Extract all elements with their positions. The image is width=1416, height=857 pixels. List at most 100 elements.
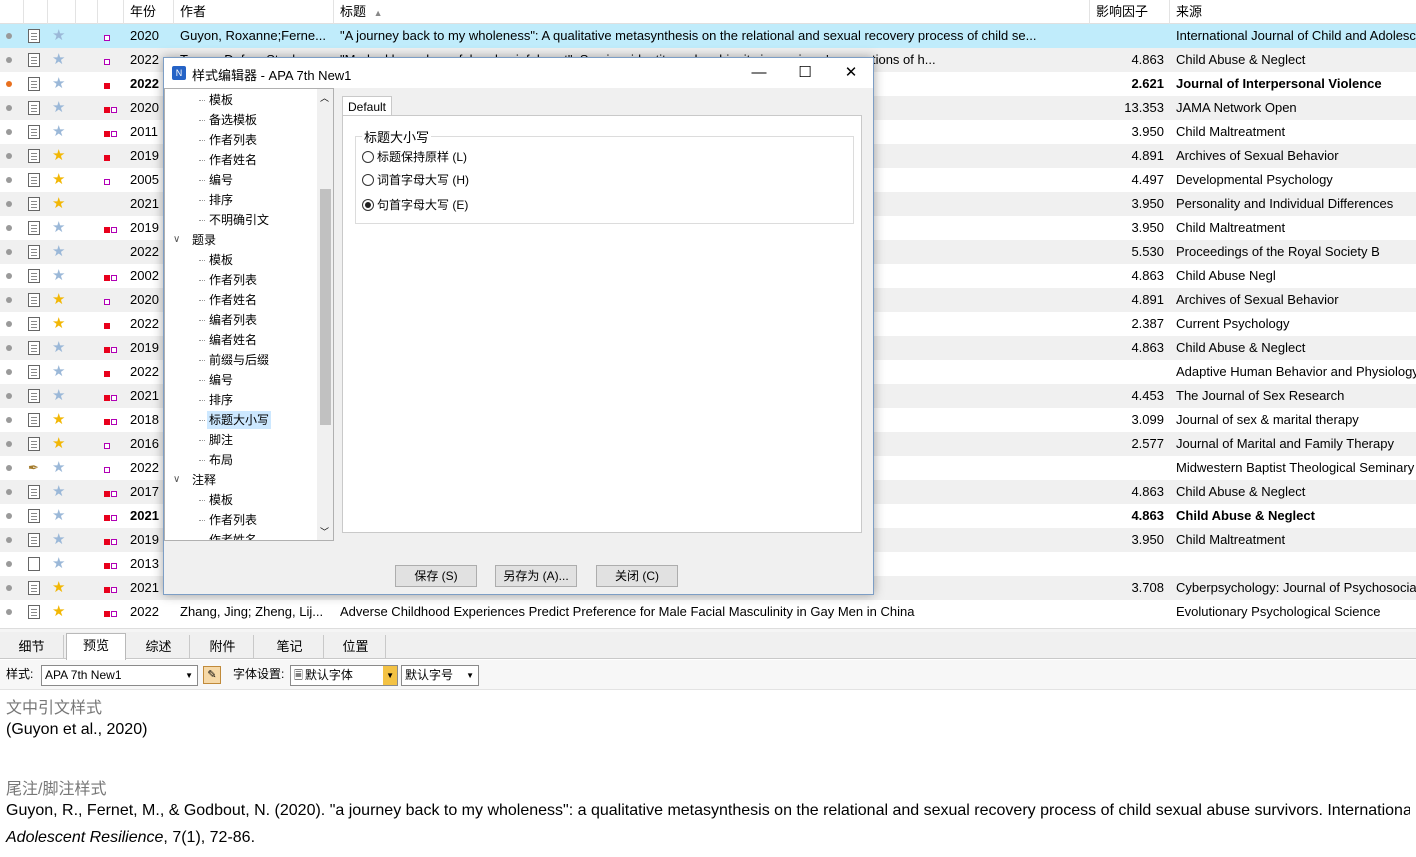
document-icon[interactable]	[28, 437, 40, 451]
tree-item[interactable]: 模板	[207, 251, 235, 269]
radio-keep-original[interactable]: 标题保持原样 (L)	[362, 149, 467, 165]
header-impact-factor[interactable]: 影响因子	[1090, 0, 1170, 24]
read-status-dot-icon[interactable]	[6, 441, 12, 447]
chevron-down-icon[interactable]: ∨	[173, 474, 180, 485]
scroll-up-icon[interactable]: ︿	[320, 91, 329, 104]
tree-item[interactable]: 作者列表	[207, 271, 259, 289]
document-icon[interactable]	[28, 221, 40, 235]
header-year[interactable]: 年份	[124, 0, 174, 24]
radio-sentence-case[interactable]: 句首字母大写 (E)	[362, 197, 468, 213]
star-icon[interactable]: ★	[52, 74, 65, 94]
save-as-button[interactable]: 另存为 (A)...	[495, 565, 577, 587]
star-icon[interactable]: ★	[52, 458, 65, 478]
tab-preview[interactable]: 预览	[66, 633, 126, 660]
star-icon[interactable]: ★	[52, 266, 65, 286]
document-icon[interactable]	[28, 77, 40, 91]
read-status-dot-icon[interactable]	[6, 465, 12, 471]
tab-location[interactable]: 位置	[326, 635, 386, 659]
header-read-col[interactable]	[0, 0, 24, 24]
tree-item[interactable]: 标题大小写	[207, 411, 272, 429]
read-status-dot-icon[interactable]	[6, 609, 12, 615]
read-status-dot-icon[interactable]	[6, 393, 12, 399]
read-status-dot-icon[interactable]	[6, 33, 12, 39]
document-icon[interactable]	[28, 317, 40, 331]
read-status-dot-icon[interactable]	[6, 297, 12, 303]
document-icon[interactable]	[28, 389, 40, 403]
document-icon[interactable]	[28, 341, 40, 355]
tab-attachments[interactable]: 附件	[192, 635, 254, 659]
document-icon[interactable]	[28, 101, 40, 115]
star-icon[interactable]: ★	[52, 26, 65, 46]
close-icon[interactable]: ✕	[828, 58, 874, 88]
star-icon[interactable]: ★	[52, 338, 65, 358]
star-icon[interactable]: ★	[52, 578, 65, 598]
table-row[interactable]: ★ 2022 Zhang, Jing; Zheng, Lij... Adverse C…	[0, 600, 1416, 624]
tree-item[interactable]: 编号	[207, 371, 235, 389]
minimize-icon[interactable]: —	[736, 58, 782, 88]
tree-item[interactable]: 编者姓名	[207, 331, 259, 349]
header-star-col[interactable]	[48, 0, 76, 24]
empty-document-icon[interactable]	[28, 557, 40, 571]
read-status-dot-icon[interactable]	[6, 249, 12, 255]
close-button[interactable]: 关闭 (C)	[596, 565, 678, 587]
font-select[interactable]: 🗏 默认字体 ▼	[290, 665, 398, 686]
star-icon[interactable]: ★	[52, 98, 65, 118]
document-icon[interactable]	[28, 173, 40, 187]
read-status-dot-icon[interactable]	[6, 81, 12, 87]
radio-headline-case[interactable]: 词首字母大写 (H)	[362, 172, 469, 188]
document-icon[interactable]	[28, 197, 40, 211]
star-icon[interactable]: ★	[52, 530, 65, 550]
document-icon[interactable]	[28, 293, 40, 307]
read-status-dot-icon[interactable]	[6, 225, 12, 231]
maximize-icon[interactable]: ☐	[782, 58, 828, 88]
star-icon[interactable]: ★	[52, 410, 65, 430]
star-icon[interactable]: ★	[52, 50, 65, 70]
tab-summary[interactable]: 综述	[128, 635, 190, 659]
document-icon[interactable]	[28, 125, 40, 139]
tree-group[interactable]: 注释	[190, 471, 218, 489]
tree-item[interactable]: 布局	[207, 451, 235, 469]
tree-item[interactable]: 前缀与后缀	[207, 351, 271, 369]
star-icon[interactable]: ★	[52, 386, 65, 406]
read-status-dot-icon[interactable]	[6, 201, 12, 207]
header-tag-col[interactable]	[98, 0, 124, 24]
read-status-dot-icon[interactable]	[6, 489, 12, 495]
tree-item[interactable]: 作者列表	[207, 131, 259, 149]
read-status-dot-icon[interactable]	[6, 273, 12, 279]
document-icon[interactable]	[28, 413, 40, 427]
tree-scrollbar[interactable]: ︿ ﹀	[317, 89, 333, 540]
edit-style-icon[interactable]: ✎	[203, 666, 221, 684]
document-icon[interactable]	[28, 149, 40, 163]
header-author[interactable]: 作者	[174, 0, 334, 24]
header-flag-col[interactable]	[76, 0, 98, 24]
star-icon[interactable]: ★	[52, 146, 65, 166]
chevron-down-icon[interactable]: ∨	[173, 234, 180, 245]
star-icon[interactable]: ★	[52, 602, 65, 622]
star-icon[interactable]: ★	[52, 290, 65, 310]
font-size-select[interactable]: 默认字号 ▼	[401, 665, 479, 686]
save-button[interactable]: 保存 (S)	[395, 565, 477, 587]
style-tree[interactable]: 模板 备选模板 作者列表 作者姓名 编号 排序 不明确引文 ∨ 题录 模板 作者列表 作者姓名 编者列表…	[164, 88, 334, 541]
star-icon[interactable]: ★	[52, 122, 65, 142]
document-icon[interactable]	[28, 485, 40, 499]
star-icon[interactable]: ★	[52, 170, 65, 190]
tree-item[interactable]: 排序	[207, 191, 235, 209]
star-icon[interactable]: ★	[52, 242, 65, 262]
document-icon[interactable]	[28, 533, 40, 547]
read-status-dot-icon[interactable]	[6, 321, 12, 327]
star-icon[interactable]: ★	[52, 314, 65, 334]
star-icon[interactable]: ★	[52, 362, 65, 382]
star-icon[interactable]: ★	[52, 194, 65, 214]
read-status-dot-icon[interactable]	[6, 105, 12, 111]
dialog-titlebar[interactable]: N 样式编辑器 - APA 7th New1 — ☐ ✕	[164, 58, 873, 88]
read-status-dot-icon[interactable]	[6, 417, 12, 423]
read-status-dot-icon[interactable]	[6, 153, 12, 159]
tree-item[interactable]: 作者列表	[207, 511, 259, 529]
tree-item[interactable]: 排序	[207, 391, 235, 409]
read-status-dot-icon[interactable]	[6, 345, 12, 351]
tree-item[interactable]: 不明确引文	[207, 211, 271, 229]
tree-item[interactable]: 备选模板	[207, 111, 259, 129]
tree-group[interactable]: 题录	[190, 231, 218, 249]
document-icon[interactable]	[28, 509, 40, 523]
read-status-dot-icon[interactable]	[6, 177, 12, 183]
